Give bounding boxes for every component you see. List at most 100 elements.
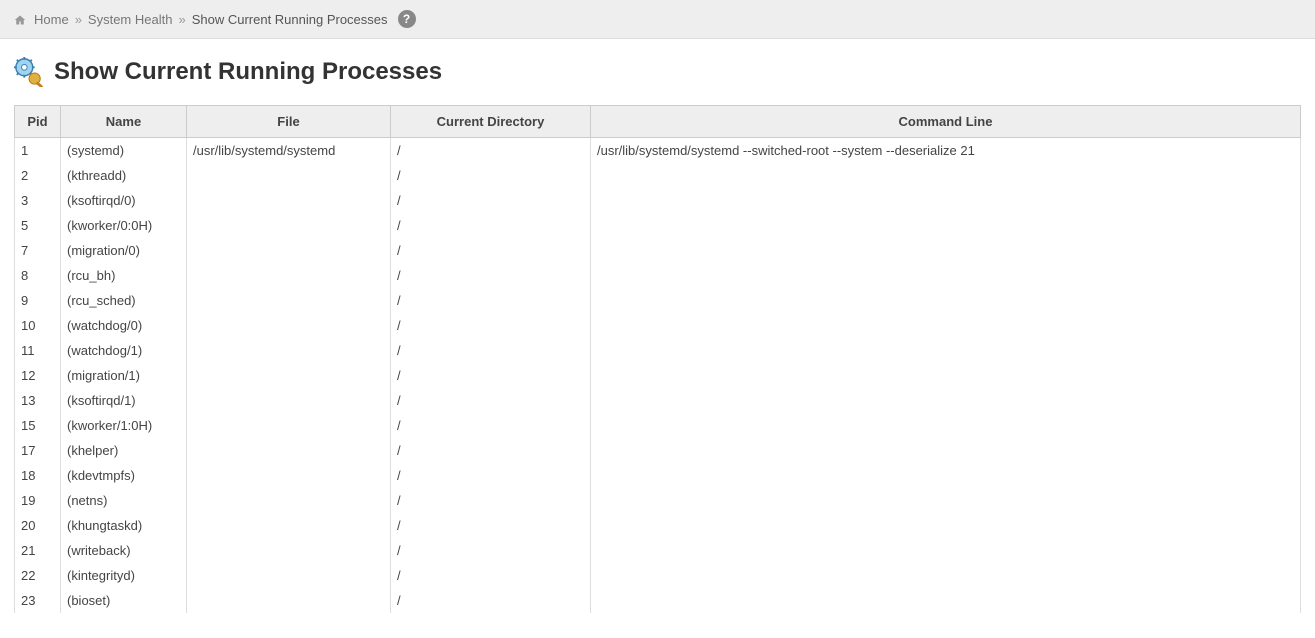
cell-pid: 8 — [15, 263, 61, 288]
breadcrumb-current: Show Current Running Processes — [192, 12, 388, 27]
cell-name: (ksoftirqd/1) — [61, 388, 187, 413]
cell-file — [187, 188, 391, 213]
cell-pid: 9 — [15, 288, 61, 313]
gear-icon — [14, 57, 44, 87]
table-row[interactable]: 7(migration/0) / — [15, 238, 1301, 263]
cell-cmd — [591, 413, 1301, 438]
cell-pid: 3 — [15, 188, 61, 213]
col-header-file[interactable]: File — [187, 106, 391, 138]
cell-name: (kworker/1:0H) — [61, 413, 187, 438]
cell-pid: 13 — [15, 388, 61, 413]
process-table: Pid Name File Current Directory Command … — [14, 105, 1301, 613]
table-row[interactable]: 2(kthreadd)/ — [15, 163, 1301, 188]
table-row[interactable]: 1(systemd)/usr/lib/systemd/systemd//usr/… — [15, 138, 1301, 164]
table-row[interactable]: 18(kdevtmpfs)/ — [15, 463, 1301, 488]
cell-file — [187, 538, 391, 563]
cell-cmd — [591, 388, 1301, 413]
help-icon[interactable]: ? — [398, 10, 416, 28]
cell-name: (watchdog/1) — [61, 338, 187, 363]
breadcrumb-separator: » — [178, 12, 185, 27]
cell-name: (netns) — [61, 488, 187, 513]
cell-name: (khungtaskd) — [61, 513, 187, 538]
cell-cmd — [591, 188, 1301, 213]
cell-name: (watchdog/0) — [61, 313, 187, 338]
table-row[interactable]: 22(kintegrityd)/ — [15, 563, 1301, 588]
cell-pid: 23 — [15, 588, 61, 613]
cell-file — [187, 263, 391, 288]
cell-cwd: / — [391, 513, 591, 538]
cell-cmd: /usr/lib/systemd/systemd --switched-root… — [591, 138, 1301, 164]
table-header-row: Pid Name File Current Directory Command … — [15, 106, 1301, 138]
table-row[interactable]: 21(writeback)/ — [15, 538, 1301, 563]
cell-cmd — [591, 263, 1301, 288]
cell-file — [187, 563, 391, 588]
table-row[interactable]: 11(watchdog/1) / — [15, 338, 1301, 363]
cell-name: (kthreadd) — [61, 163, 187, 188]
col-header-pid[interactable]: Pid — [15, 106, 61, 138]
breadcrumb-section[interactable]: System Health — [88, 12, 173, 27]
home-icon — [14, 14, 26, 26]
table-row[interactable]: 12(migration/1) / — [15, 363, 1301, 388]
cell-file: /usr/lib/systemd/systemd — [187, 138, 391, 164]
col-header-name[interactable]: Name — [61, 106, 187, 138]
cell-cwd: / — [391, 438, 591, 463]
table-row[interactable]: 23(bioset)/ — [15, 588, 1301, 613]
table-row[interactable]: 8(rcu_bh)/ — [15, 263, 1301, 288]
cell-name: (kintegrityd) — [61, 563, 187, 588]
cell-file — [187, 163, 391, 188]
cell-cmd — [591, 563, 1301, 588]
cell-name: (systemd) — [61, 138, 187, 164]
cell-cmd — [591, 363, 1301, 388]
col-header-cwd[interactable]: Current Directory — [391, 106, 591, 138]
cell-cwd: / — [391, 413, 591, 438]
cell-cwd: / — [391, 463, 591, 488]
cell-cmd — [591, 213, 1301, 238]
table-row[interactable]: 20(khungtaskd) / — [15, 513, 1301, 538]
cell-cwd: / — [391, 563, 591, 588]
breadcrumb: Home » System Health » Show Current Runn… — [0, 0, 1315, 39]
table-row[interactable]: 19(netns)/ — [15, 488, 1301, 513]
cell-cwd: / — [391, 238, 591, 263]
cell-cmd — [591, 163, 1301, 188]
cell-name: (migration/0) — [61, 238, 187, 263]
cell-file — [187, 463, 391, 488]
breadcrumb-home[interactable]: Home — [34, 12, 69, 27]
cell-pid: 11 — [15, 338, 61, 363]
cell-cmd — [591, 288, 1301, 313]
cell-pid: 12 — [15, 363, 61, 388]
cell-name: (ksoftirqd/0) — [61, 188, 187, 213]
cell-file — [187, 238, 391, 263]
page-header: Show Current Running Processes — [0, 39, 1315, 95]
cell-pid: 7 — [15, 238, 61, 263]
cell-cwd: / — [391, 313, 591, 338]
cell-name: (migration/1) — [61, 363, 187, 388]
cell-name: (khelper) — [61, 438, 187, 463]
col-header-cmd[interactable]: Command Line — [591, 106, 1301, 138]
cell-cwd: / — [391, 363, 591, 388]
cell-pid: 15 — [15, 413, 61, 438]
table-row[interactable]: 17(khelper) / — [15, 438, 1301, 463]
table-row[interactable]: 15(kworker/1:0H) / — [15, 413, 1301, 438]
cell-name: (writeback) — [61, 538, 187, 563]
cell-cwd: / — [391, 163, 591, 188]
cell-file — [187, 513, 391, 538]
cell-name: (kdevtmpfs) — [61, 463, 187, 488]
cell-cwd: / — [391, 188, 591, 213]
cell-pid: 17 — [15, 438, 61, 463]
table-row[interactable]: 9(rcu_sched)/ — [15, 288, 1301, 313]
cell-cmd — [591, 538, 1301, 563]
cell-cmd — [591, 238, 1301, 263]
cell-pid: 10 — [15, 313, 61, 338]
page-title: Show Current Running Processes — [54, 58, 442, 86]
cell-name: (rcu_sched) — [61, 288, 187, 313]
table-row[interactable]: 10(watchdog/0) / — [15, 313, 1301, 338]
table-row[interactable]: 3(ksoftirqd/0) / — [15, 188, 1301, 213]
cell-cmd — [591, 313, 1301, 338]
cell-cwd: / — [391, 488, 591, 513]
cell-pid: 20 — [15, 513, 61, 538]
cell-name: (kworker/0:0H) — [61, 213, 187, 238]
cell-file — [187, 588, 391, 613]
table-row[interactable]: 13(ksoftirqd/1)/ — [15, 388, 1301, 413]
table-row[interactable]: 5(kworker/0:0H)/ — [15, 213, 1301, 238]
cell-cwd: / — [391, 338, 591, 363]
